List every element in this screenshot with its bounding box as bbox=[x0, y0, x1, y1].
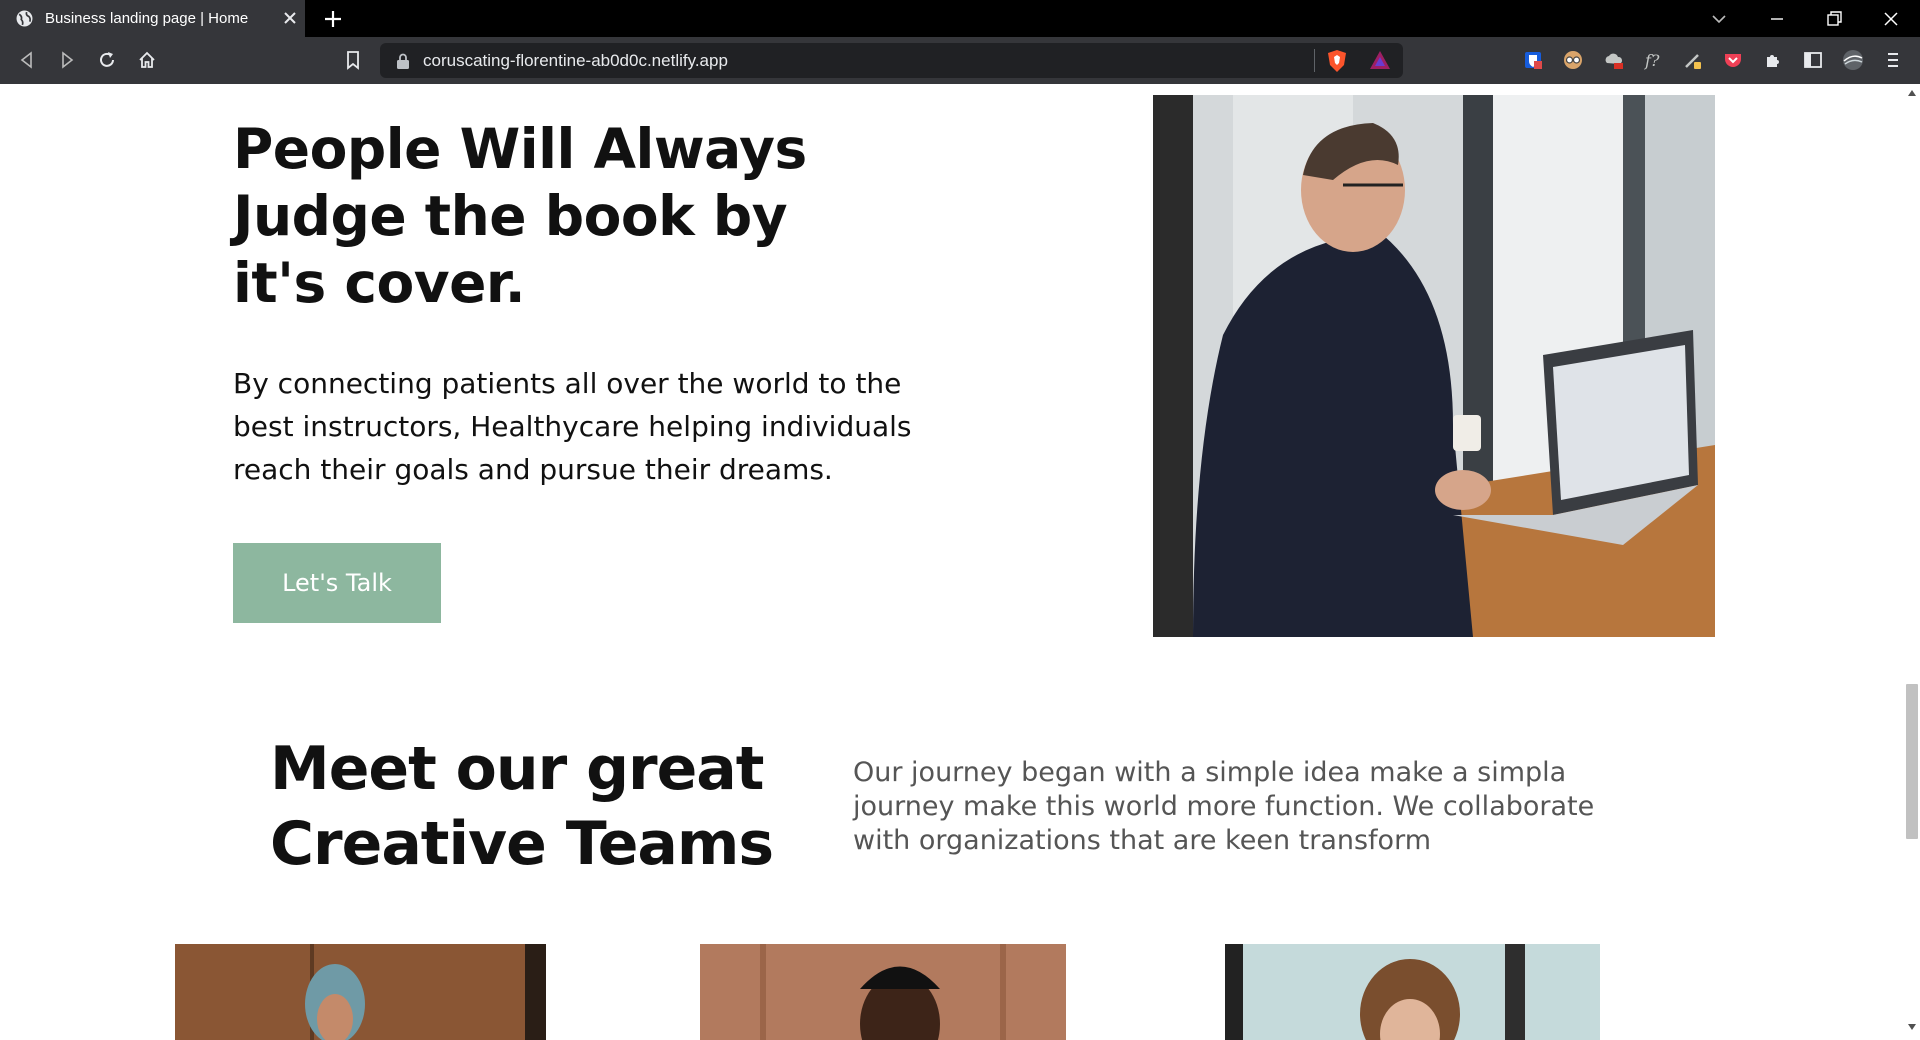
hero-description: By connecting patients all over the worl… bbox=[233, 367, 912, 486]
svg-text:f?: f? bbox=[1644, 51, 1660, 70]
page-scrollbar[interactable] bbox=[1904, 84, 1920, 1040]
scroll-down-icon[interactable] bbox=[1908, 1024, 1916, 1030]
restore-icon[interactable] bbox=[1823, 8, 1845, 30]
globe-icon bbox=[16, 10, 33, 27]
font-extension-icon[interactable]: f? bbox=[1642, 49, 1664, 71]
brave-rewards-icon[interactable] bbox=[1368, 49, 1392, 71]
scroll-up-icon[interactable] bbox=[1908, 90, 1916, 96]
new-tab-icon[interactable] bbox=[322, 8, 344, 30]
reload-icon[interactable] bbox=[96, 49, 118, 71]
forward-icon[interactable] bbox=[56, 49, 78, 71]
tab-title: Business landing page | Home bbox=[45, 10, 249, 27]
team-member-photo bbox=[175, 944, 546, 1040]
page-viewport: People Will Always Judge the book by it'… bbox=[0, 84, 1904, 1040]
minimize-icon[interactable] bbox=[1766, 8, 1788, 30]
sidebar-icon[interactable] bbox=[1802, 49, 1824, 71]
team-member-photo bbox=[700, 944, 1066, 1040]
team-member-photo bbox=[1225, 944, 1600, 1040]
tab-search-chevron-icon[interactable] bbox=[1708, 8, 1730, 30]
eyedropper-extension-icon[interactable] bbox=[1682, 49, 1704, 71]
url-text: coruscating-florentine-ab0d0c.netlify.ap… bbox=[423, 51, 728, 70]
bitwarden-extension-icon[interactable] bbox=[1522, 49, 1544, 71]
profile-avatar-icon[interactable] bbox=[1842, 49, 1864, 71]
team-section-description: Our journey began with a simple idea mak… bbox=[853, 757, 1595, 856]
bookmark-icon[interactable] bbox=[342, 49, 364, 71]
extensions-puzzle-icon[interactable] bbox=[1762, 49, 1784, 71]
browser-tab-active[interactable]: Business landing page | Home bbox=[0, 0, 305, 37]
menu-icon[interactable] bbox=[1882, 49, 1904, 71]
home-icon[interactable] bbox=[136, 49, 158, 71]
close-tab-icon[interactable] bbox=[280, 8, 300, 28]
browser-toolbar: coruscating-florentine-ab0d0c.netlify.ap… bbox=[0, 37, 1920, 84]
pocket-extension-icon[interactable] bbox=[1722, 49, 1744, 71]
close-window-icon[interactable] bbox=[1880, 8, 1902, 30]
address-bar[interactable]: coruscating-florentine-ab0d0c.netlify.ap… bbox=[380, 43, 1403, 78]
hero-image-businessman-laptop bbox=[1153, 95, 1715, 637]
brave-shields-icon[interactable] bbox=[1326, 49, 1348, 73]
scrollbar-thumb[interactable] bbox=[1906, 684, 1918, 839]
glasses-extension-icon[interactable] bbox=[1562, 49, 1584, 71]
hero-title: People Will Always Judge the book by it'… bbox=[233, 117, 807, 315]
omnibox-divider bbox=[1314, 49, 1315, 72]
cloud-extension-icon[interactable] bbox=[1602, 49, 1624, 71]
tab-strip: Business landing page | Home bbox=[0, 0, 1920, 37]
lock-icon bbox=[397, 53, 409, 69]
back-icon[interactable] bbox=[16, 49, 38, 71]
team-section-title: Meet our great Creative Teams bbox=[270, 734, 774, 879]
lets-talk-button[interactable]: Let's Talk bbox=[233, 543, 441, 623]
